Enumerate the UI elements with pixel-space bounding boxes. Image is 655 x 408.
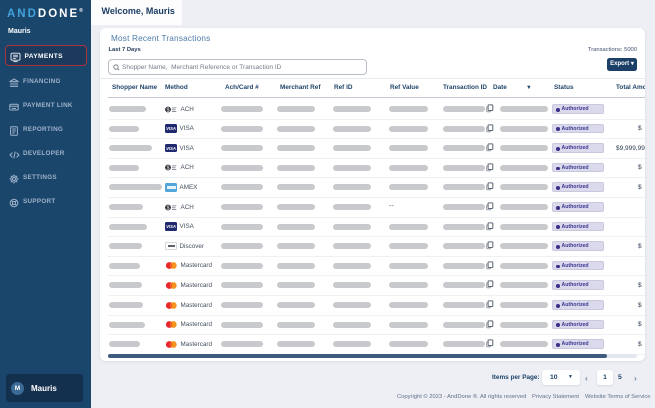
svg-text:$: $	[167, 205, 170, 211]
svg-text:$: $	[167, 107, 170, 113]
svg-text:$: $	[167, 166, 170, 172]
